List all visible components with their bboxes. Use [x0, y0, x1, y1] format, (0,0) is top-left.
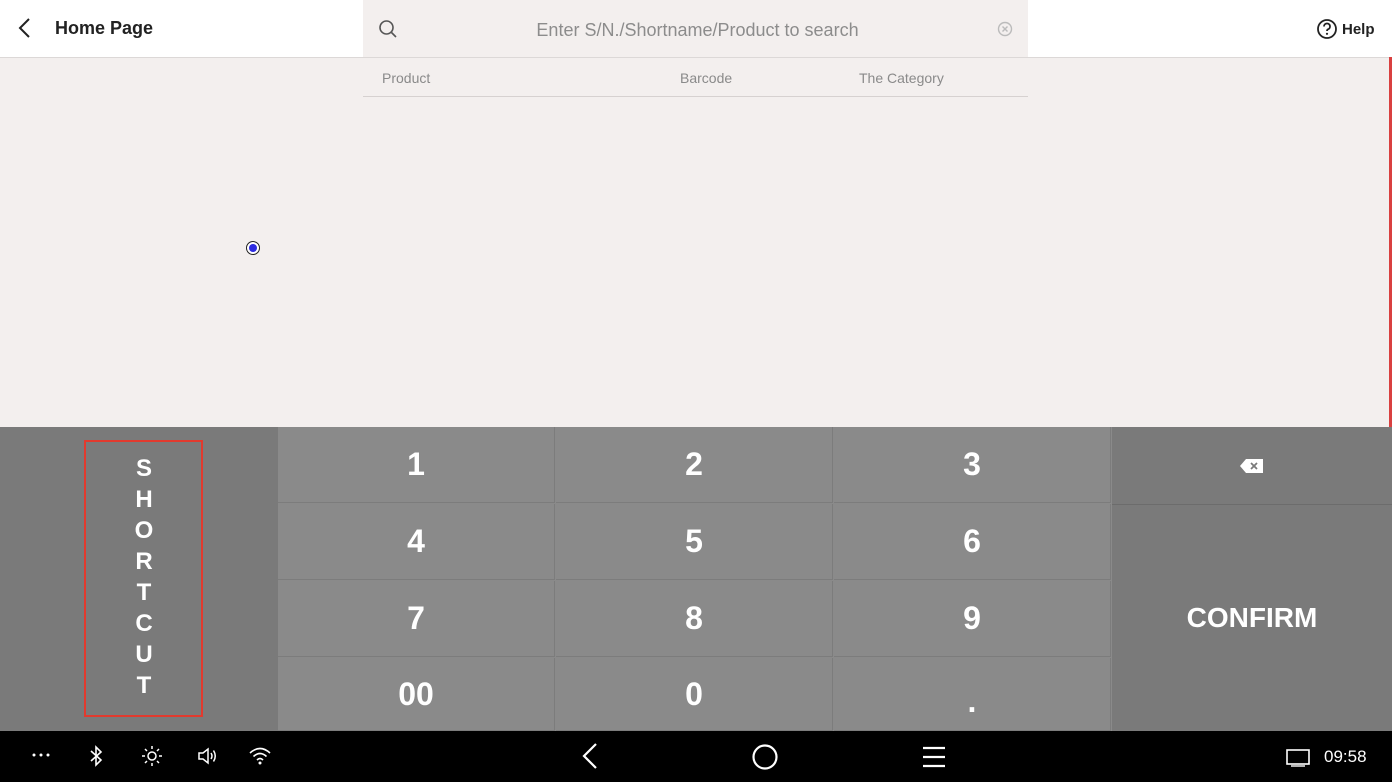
key-2[interactable]: 2 [556, 427, 833, 503]
back-arrow-icon[interactable] [14, 16, 38, 40]
column-header-category: The Category [859, 70, 944, 86]
help-button[interactable]: Help [1316, 17, 1375, 41]
brightness-icon[interactable] [141, 744, 163, 768]
wifi-icon[interactable] [248, 744, 272, 768]
search-input[interactable] [423, 14, 972, 46]
bluetooth-icon[interactable] [88, 744, 104, 768]
product-table-header: Product Barcode The Category [363, 58, 1028, 97]
shortcut-panel: SHORTCUT [0, 427, 278, 731]
system-clock: 09:58 [1324, 747, 1367, 766]
column-header-barcode: Barcode [680, 70, 733, 86]
key-1[interactable]: 1 [278, 427, 555, 503]
screen-icon[interactable] [1286, 749, 1310, 767]
shortcut-button[interactable]: SHORTCUT [84, 440, 203, 717]
shortcut-label: SHORTCUT [130, 454, 158, 703]
key-00[interactable]: 00 [278, 658, 555, 731]
backspace-button[interactable] [1112, 427, 1392, 505]
more-icon[interactable] [32, 752, 50, 758]
system-navigation-bar: 09:58 [0, 731, 1392, 782]
key-3[interactable]: 3 [834, 427, 1111, 503]
key-4[interactable]: 4 [278, 504, 555, 580]
nav-home-icon[interactable] [751, 743, 779, 771]
page-title: Home Page [55, 18, 154, 38]
key-8[interactable]: 8 [556, 581, 833, 657]
backspace-icon [1240, 458, 1263, 473]
column-header-product: Product [382, 70, 431, 86]
top-bar: Home Page Help [0, 0, 1392, 58]
key-7[interactable]: 7 [278, 581, 555, 657]
numeric-keypad: SHORTCUT 1 2 3 4 5 6 7 8 9 00 0 . CONFIR… [0, 427, 1392, 731]
search-icon [379, 20, 397, 38]
key-9[interactable]: 9 [834, 581, 1111, 657]
action-column: CONFIRM [1112, 427, 1392, 731]
key-decimal[interactable]: . [834, 658, 1111, 731]
help-label: Help [1342, 20, 1375, 38]
nav-menu-icon[interactable] [922, 746, 946, 768]
clear-search-icon[interactable] [997, 21, 1013, 37]
help-icon [1317, 19, 1337, 39]
nav-back-icon[interactable] [580, 742, 600, 770]
key-6[interactable]: 6 [834, 504, 1111, 580]
confirm-button[interactable]: CONFIRM [1112, 504, 1392, 731]
search-bar[interactable] [363, 0, 1028, 57]
key-5[interactable]: 5 [556, 504, 833, 580]
touch-indicator [246, 241, 260, 255]
key-0[interactable]: 0 [556, 658, 833, 731]
volume-icon[interactable] [196, 744, 218, 768]
